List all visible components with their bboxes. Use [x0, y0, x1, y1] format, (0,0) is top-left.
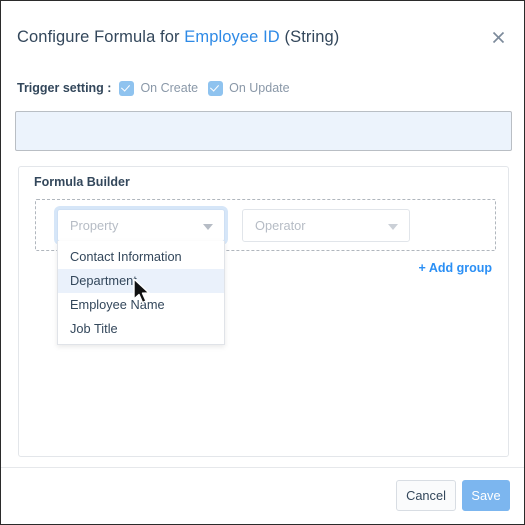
trigger-option-on-create[interactable]: On Create: [119, 80, 199, 96]
checkbox-on-update[interactable]: [208, 80, 224, 96]
page-title-field-link[interactable]: Employee ID: [184, 28, 280, 46]
chevron-down-icon: [388, 224, 398, 230]
formula-builder-panel: Formula Builder Property Operator Contac…: [18, 166, 509, 457]
formula-preview-box[interactable]: [15, 111, 512, 151]
save-button[interactable]: Save: [462, 480, 510, 511]
dropdown-item-contact-information[interactable]: Contact Information: [58, 245, 224, 269]
add-group-button[interactable]: + Add group: [419, 261, 493, 275]
page-title: Configure Formula for Employee ID (Strin…: [17, 28, 339, 47]
property-dropdown-menu: Contact Information Department Employee …: [57, 241, 225, 345]
chevron-down-icon: [203, 224, 213, 230]
property-select[interactable]: Property: [57, 209, 225, 242]
property-select-placeholder: Property: [70, 218, 119, 233]
dropdown-item-employee-name[interactable]: Employee Name: [58, 293, 224, 317]
page-title-prefix: Configure Formula for: [17, 28, 185, 46]
trigger-setting-row: Trigger setting : On Create On Update: [17, 79, 300, 97]
page-title-suffix: (String): [279, 28, 340, 46]
operator-select[interactable]: Operator: [242, 209, 410, 242]
trigger-setting-label: Trigger setting :: [17, 81, 112, 95]
cancel-button[interactable]: Cancel: [396, 480, 456, 511]
checkbox-on-create[interactable]: [119, 80, 135, 96]
plus-icon: +: [418, 261, 426, 275]
add-group-label: Add group: [428, 261, 492, 275]
close-icon[interactable]: [488, 29, 508, 49]
checkbox-on-create-label: On Create: [140, 81, 199, 95]
dropdown-item-department[interactable]: Department: [58, 269, 224, 293]
configure-formula-dialog: Configure Formula for Employee ID (Strin…: [0, 0, 525, 525]
dialog-header: Configure Formula for Employee ID (Strin…: [1, 1, 524, 63]
operator-select-placeholder: Operator: [255, 218, 306, 233]
dialog-footer: Cancel Save: [1, 467, 524, 524]
dropdown-item-job-title[interactable]: Job Title: [58, 317, 224, 341]
checkbox-on-update-label: On Update: [229, 81, 290, 95]
trigger-option-on-update[interactable]: On Update: [208, 80, 290, 96]
formula-builder-heading: Formula Builder: [34, 175, 130, 189]
